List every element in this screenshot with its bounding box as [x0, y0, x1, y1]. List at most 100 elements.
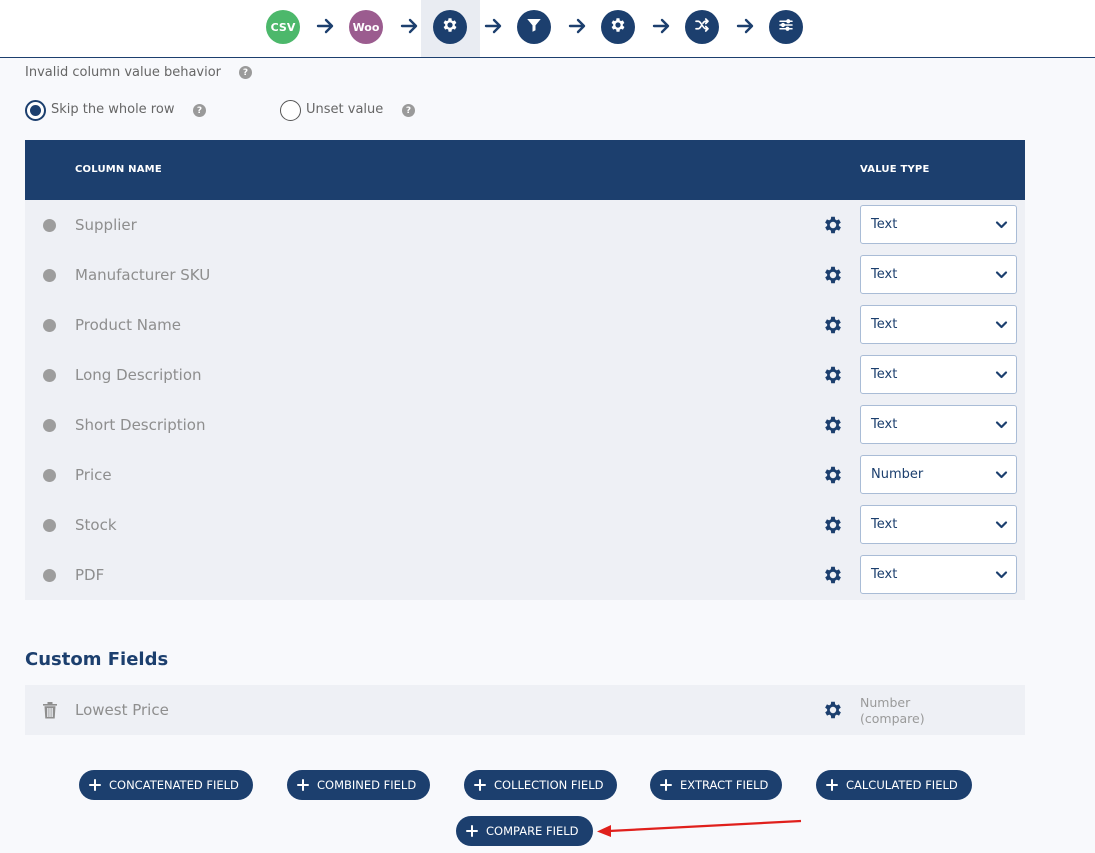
- drag-handle-icon[interactable]: [43, 219, 56, 232]
- table-row: Stock Text: [25, 500, 1025, 550]
- step-options[interactable]: [769, 10, 803, 44]
- button-label: COMBINED FIELD: [317, 778, 417, 792]
- value-type-select[interactable]: Number: [860, 455, 1017, 494]
- step-csv[interactable]: CSV: [266, 10, 300, 44]
- column-name: Short Description: [75, 416, 206, 434]
- chevron-down-icon: [995, 468, 1008, 481]
- custom-field-type-line1: Number: [860, 695, 911, 710]
- plus-icon: [466, 825, 478, 837]
- value-type-selected: Text: [871, 317, 898, 332]
- table-row: Price Number: [25, 450, 1025, 500]
- unset-value-label[interactable]: Unset value: [306, 102, 383, 117]
- csv-icon: CSV: [270, 20, 296, 34]
- step-settings[interactable]: [433, 10, 467, 44]
- drag-handle-icon[interactable]: [43, 269, 56, 282]
- chevron-down-icon: [995, 218, 1008, 231]
- column-name: Price: [75, 466, 112, 484]
- gear-icon[interactable]: [822, 314, 844, 336]
- arrow-right-icon: [315, 16, 335, 36]
- value-type-select[interactable]: Text: [860, 405, 1017, 444]
- chevron-down-icon: [995, 568, 1008, 581]
- trash-icon[interactable]: [42, 701, 58, 719]
- skip-row-radio[interactable]: [25, 100, 46, 121]
- annotation-arrow: [597, 819, 802, 837]
- gear-icon[interactable]: [822, 699, 844, 721]
- gear-icon[interactable]: [822, 264, 844, 286]
- step-navigator: CSV Woo: [0, 0, 1095, 58]
- gear-icon[interactable]: [822, 364, 844, 386]
- step-settings-2[interactable]: [601, 10, 635, 44]
- help-icon[interactable]: ?: [402, 104, 415, 117]
- add-extract-field-button[interactable]: EXTRACT FIELD: [650, 770, 783, 800]
- column-name: Long Description: [75, 366, 202, 384]
- help-icon[interactable]: ?: [239, 66, 252, 79]
- woo-icon: Woo: [352, 20, 380, 34]
- gear-icon[interactable]: [822, 514, 844, 536]
- gear-icon[interactable]: [822, 414, 844, 436]
- button-label: EXTRACT FIELD: [680, 778, 769, 792]
- chevron-down-icon: [995, 268, 1008, 281]
- table-row: Supplier Text: [25, 200, 1025, 250]
- plus-icon: [660, 779, 672, 791]
- chevron-down-icon: [995, 518, 1008, 531]
- drag-handle-icon[interactable]: [43, 469, 56, 482]
- step-woo[interactable]: Woo: [349, 10, 383, 44]
- table-row: Manufacturer SKU Text: [25, 250, 1025, 300]
- value-type-select[interactable]: Text: [860, 305, 1017, 344]
- value-type-selected: Text: [871, 267, 898, 282]
- button-label: COLLECTION FIELD: [494, 778, 604, 792]
- add-collection-field-button[interactable]: COLLECTION FIELD: [464, 770, 618, 800]
- value-type-select[interactable]: Text: [860, 355, 1017, 394]
- drag-handle-icon[interactable]: [43, 419, 56, 432]
- drag-handle-icon[interactable]: [43, 519, 56, 532]
- column-name: Supplier: [75, 216, 137, 234]
- value-type-selected: Text: [871, 517, 898, 532]
- chevron-down-icon: [995, 418, 1008, 431]
- plus-icon: [297, 779, 309, 791]
- plus-icon: [474, 779, 486, 791]
- button-label: CALCULATED FIELD: [846, 778, 958, 792]
- plus-icon: [826, 779, 838, 791]
- table-row: PDF Text: [25, 550, 1025, 600]
- button-label: CONCATENATED FIELD: [109, 778, 239, 792]
- drag-handle-icon[interactable]: [43, 369, 56, 382]
- add-compare-field-button[interactable]: COMPARE FIELD: [456, 816, 593, 846]
- add-calculated-field-button[interactable]: CALCULATED FIELD: [816, 770, 972, 800]
- value-type-selected: Text: [871, 567, 898, 582]
- column-name-header: COLUMN NAME: [75, 164, 162, 175]
- help-icon[interactable]: ?: [193, 104, 206, 117]
- gear-icon: [609, 16, 627, 38]
- table-row: Product Name Text: [25, 300, 1025, 350]
- sliders-icon: [777, 16, 795, 38]
- value-type-select[interactable]: Text: [860, 555, 1017, 594]
- gear-icon[interactable]: [822, 214, 844, 236]
- value-type-header: VALUE TYPE: [860, 164, 930, 175]
- skip-row-label[interactable]: Skip the whole row: [51, 102, 174, 117]
- drag-handle-icon[interactable]: [43, 319, 56, 332]
- value-type-selected: Number: [871, 467, 924, 482]
- chevron-down-icon: [995, 318, 1008, 331]
- custom-field-row: Lowest Price Number (compare): [25, 685, 1025, 735]
- chevron-down-icon: [995, 368, 1008, 381]
- gear-icon[interactable]: [822, 464, 844, 486]
- add-concatenated-field-button[interactable]: CONCATENATED FIELD: [79, 770, 253, 800]
- arrow-right-icon: [483, 16, 503, 36]
- value-type-selected: Text: [871, 417, 898, 432]
- value-type-selected: Text: [871, 367, 898, 382]
- arrow-right-icon: [399, 16, 419, 36]
- arrow-right-icon: [651, 16, 671, 36]
- value-type-select[interactable]: Text: [860, 255, 1017, 294]
- arrow-right-icon: [567, 16, 587, 36]
- gear-icon[interactable]: [822, 564, 844, 586]
- unset-value-radio[interactable]: [280, 100, 301, 121]
- value-type-select[interactable]: Text: [860, 205, 1017, 244]
- table-header: COLUMN NAME VALUE TYPE: [25, 140, 1025, 200]
- table-row: Long Description Text: [25, 350, 1025, 400]
- step-shuffle[interactable]: [685, 10, 719, 44]
- value-type-select[interactable]: Text: [860, 505, 1017, 544]
- table-body: Supplier Text Manufacturer SKU Text Product …: [25, 200, 1025, 600]
- drag-handle-icon[interactable]: [43, 569, 56, 582]
- add-combined-field-button[interactable]: COMBINED FIELD: [287, 770, 431, 800]
- step-filter[interactable]: [517, 10, 551, 44]
- column-name: Product Name: [75, 316, 181, 334]
